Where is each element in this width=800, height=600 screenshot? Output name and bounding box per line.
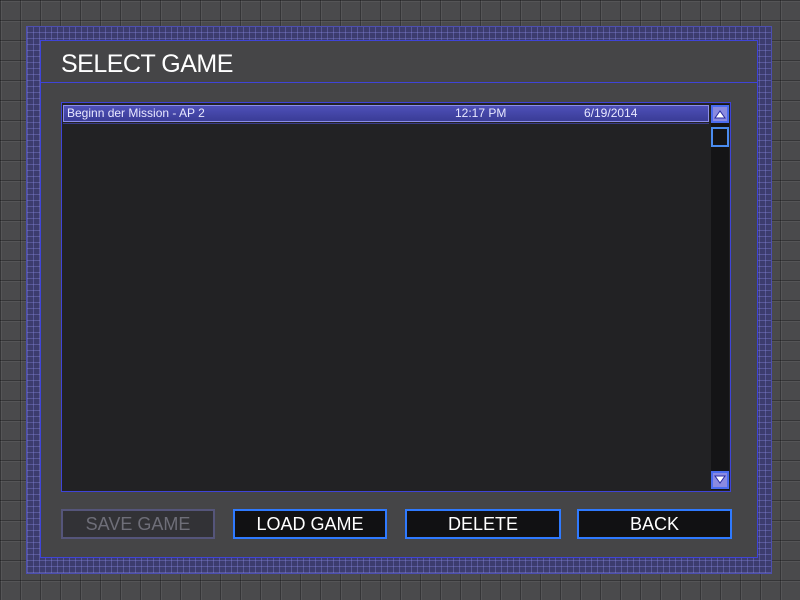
dialog-title: SELECT GAME (61, 50, 233, 78)
scroll-down-button[interactable] (711, 471, 729, 489)
save-date: 6/19/2014 (584, 106, 638, 120)
scrollbar-thumb[interactable] (711, 127, 729, 147)
back-button[interactable]: BACK (577, 509, 732, 539)
load-game-button[interactable]: LOAD GAME (233, 509, 387, 539)
title-bar: SELECT GAME (41, 41, 757, 83)
triangle-down-icon (714, 475, 726, 484)
save-name: Beginn der Mission - AP 2 (67, 106, 205, 120)
select-game-dialog: SELECT GAME Beginn der Mission - AP 2 12… (40, 40, 758, 558)
saved-games-list[interactable]: Beginn der Mission - AP 2 12:17 PM 6/19/… (61, 102, 731, 492)
list-item[interactable]: Beginn der Mission - AP 2 12:17 PM 6/19/… (63, 105, 709, 122)
delete-button[interactable]: DELETE (405, 509, 561, 539)
save-time: 12:17 PM (455, 106, 507, 120)
list-scrollbar[interactable] (711, 104, 729, 490)
save-game-button[interactable]: SAVE GAME (61, 509, 215, 539)
row-divider (63, 123, 709, 124)
scroll-up-button[interactable] (711, 105, 729, 123)
triangle-up-icon (714, 110, 726, 119)
